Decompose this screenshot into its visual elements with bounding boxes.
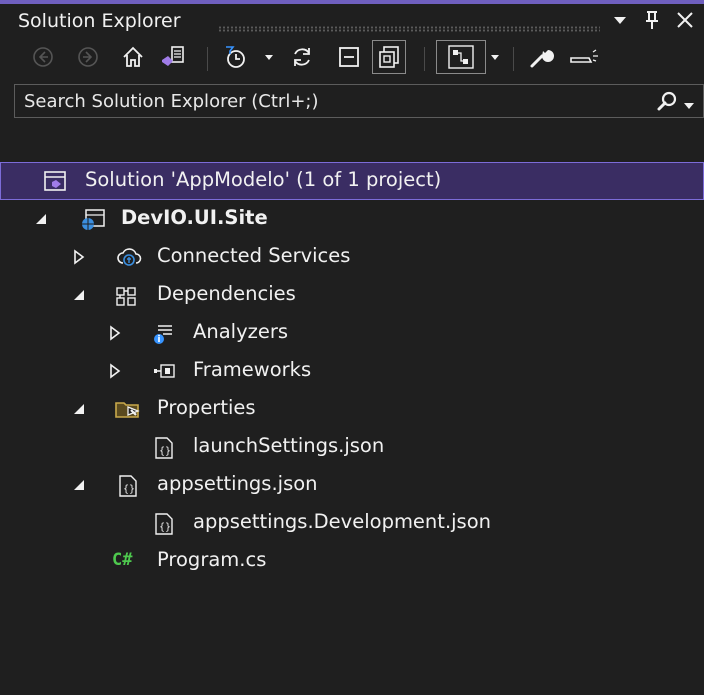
- panel-title: Solution Explorer: [18, 10, 181, 32]
- solution-explorer-panel: Solution Explorer Search Solution Explor…: [0, 0, 704, 695]
- json-file-icon: {}: [152, 512, 174, 535]
- drag-grip[interactable]: [218, 26, 600, 32]
- project-label: DevIO.UI.Site: [121, 206, 268, 229]
- collapse-all-icon[interactable]: [334, 38, 364, 76]
- window-position-dropdown-icon[interactable]: [612, 8, 628, 37]
- tree-item-project[interactable]: DevIO.UI.Site: [0, 200, 704, 238]
- search-icon[interactable]: [655, 89, 679, 117]
- tree-item-program[interactable]: C# Program.cs: [0, 542, 704, 580]
- toolbar-separator: [513, 47, 514, 71]
- properties-view-icon[interactable]: [436, 40, 486, 74]
- connected-services-label: Connected Services: [157, 244, 351, 267]
- filter-dropdown-icon[interactable]: [262, 38, 276, 76]
- pending-changes-filter-icon[interactable]: [220, 38, 252, 76]
- search-options-dropdown-icon[interactable]: [683, 96, 695, 115]
- analyzers-label: Analyzers: [193, 320, 289, 343]
- tree-item-launch-settings[interactable]: {} launchSettings.json: [0, 428, 704, 466]
- pin-icon[interactable]: [643, 8, 661, 37]
- show-all-files-icon[interactable]: [372, 40, 406, 74]
- properties-label: Properties: [157, 396, 256, 419]
- tree-item-frameworks[interactable]: Frameworks: [0, 352, 704, 390]
- csharp-file-icon: C#: [112, 550, 133, 570]
- close-icon[interactable]: [675, 8, 695, 37]
- connected-services-icon: [116, 246, 142, 268]
- tree-item-appsettings[interactable]: {} appsettings.json: [0, 466, 704, 504]
- svg-text:{}: {}: [159, 446, 171, 457]
- title-bar: Solution Explorer: [0, 4, 704, 38]
- program-label: Program.cs: [157, 548, 267, 571]
- solution-icon: [43, 170, 66, 192]
- preview-selected-items-icon[interactable]: [566, 38, 602, 76]
- json-file-icon: {}: [116, 474, 138, 497]
- launch-settings-label: launchSettings.json: [193, 434, 385, 457]
- collapse-arrow-icon[interactable]: [72, 401, 86, 417]
- frameworks-icon: [152, 360, 175, 382]
- search-input[interactable]: [15, 85, 655, 117]
- properties-folder-icon: [114, 398, 140, 420]
- json-file-icon: {}: [152, 436, 174, 459]
- sync-icon[interactable]: [287, 38, 317, 76]
- tree-item-solution[interactable]: Solution 'AppModelo' (1 of 1 project): [0, 162, 704, 200]
- properties-dropdown-icon[interactable]: [488, 38, 502, 76]
- dependencies-label: Dependencies: [157, 282, 296, 305]
- collapse-arrow-icon[interactable]: [72, 287, 86, 303]
- expand-arrow-icon[interactable]: [72, 249, 86, 265]
- back-icon[interactable]: [30, 38, 56, 76]
- solution-label: Solution 'AppModelo' (1 of 1 project): [85, 168, 442, 191]
- tree-item-connected-services[interactable]: Connected Services: [0, 238, 704, 276]
- analyzers-icon: [152, 322, 174, 344]
- svg-text:{}: {}: [123, 484, 135, 495]
- tree-item-dependencies[interactable]: Dependencies: [0, 276, 704, 314]
- home-icon[interactable]: [119, 38, 147, 76]
- switch-views-icon[interactable]: [158, 38, 188, 76]
- expand-arrow-icon[interactable]: [108, 363, 122, 379]
- toolbar-separator: [207, 47, 208, 71]
- collapse-arrow-icon[interactable]: [34, 211, 48, 227]
- collapse-arrow-icon[interactable]: [72, 477, 86, 493]
- tree-item-properties[interactable]: Properties: [0, 390, 704, 428]
- toolbar: [0, 38, 704, 76]
- svg-text:{}: {}: [159, 522, 171, 533]
- tree-item-appsettings-development[interactable]: {} appsettings.Development.json: [0, 504, 704, 542]
- dependencies-icon: [114, 284, 136, 306]
- tree-item-analyzers[interactable]: Analyzers: [0, 314, 704, 352]
- forward-icon[interactable]: [75, 38, 101, 76]
- wrench-icon[interactable]: [526, 38, 556, 76]
- web-project-icon: [80, 208, 105, 230]
- appsettings-label: appsettings.json: [157, 472, 318, 495]
- toolbar-separator: [424, 47, 425, 71]
- expand-arrow-icon[interactable]: [108, 325, 122, 341]
- search-box: [14, 84, 704, 118]
- appsettings-development-label: appsettings.Development.json: [193, 510, 492, 533]
- frameworks-label: Frameworks: [193, 358, 312, 381]
